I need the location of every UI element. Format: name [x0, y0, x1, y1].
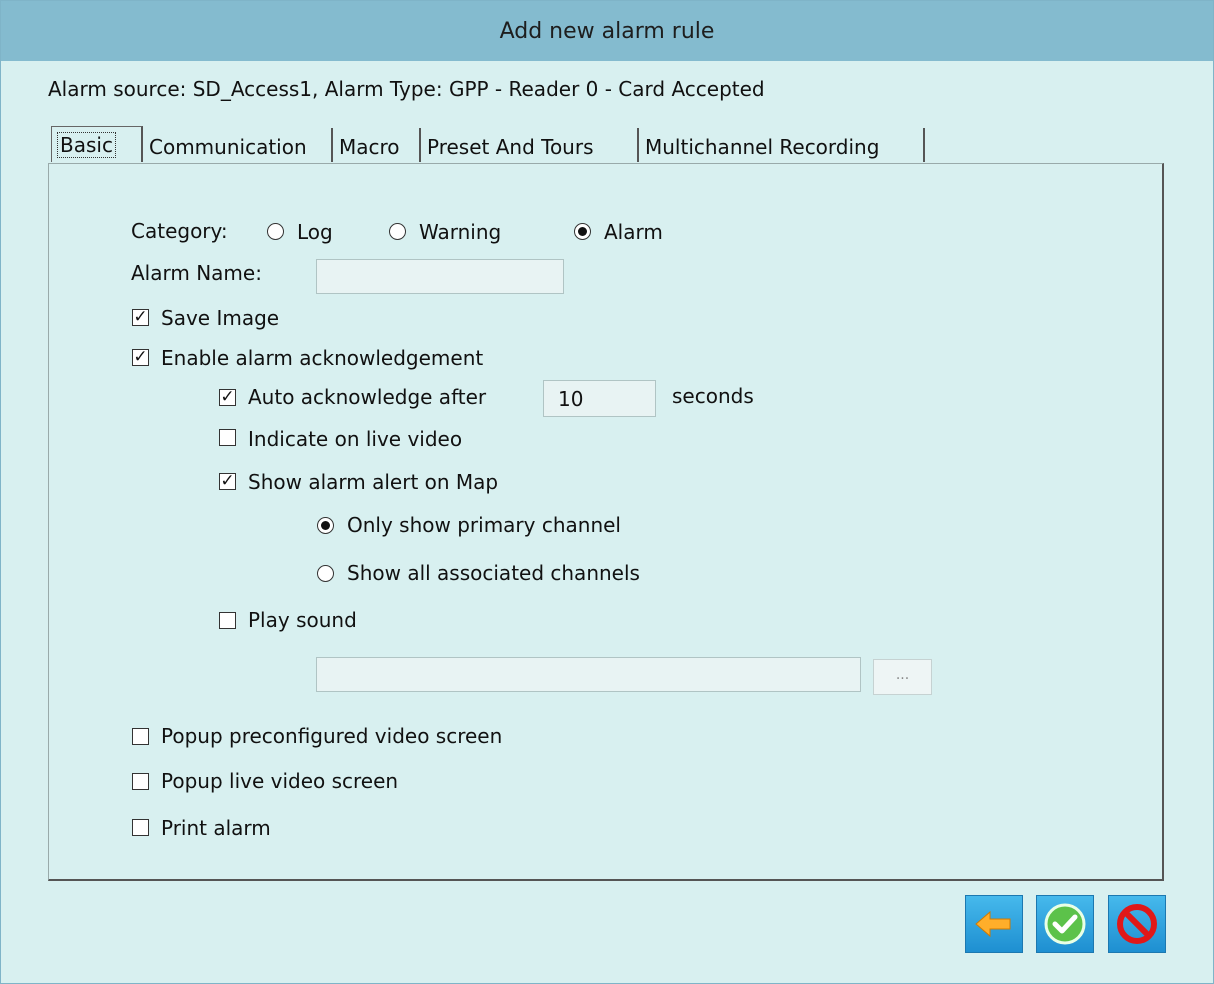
save-image-checkbox[interactable]: ✓ [132, 309, 149, 326]
tab-basic[interactable]: Basic [51, 126, 143, 162]
primary-channel-radio[interactable] [317, 517, 334, 534]
play-sound-checkbox[interactable] [219, 612, 236, 629]
sound-path-input[interactable] [316, 657, 861, 692]
category-log-radio[interactable] [267, 223, 284, 240]
enable-ack-checkbox[interactable]: ✓ [132, 349, 149, 366]
auto-ack-unit: seconds [672, 384, 754, 408]
primary-channel-label[interactable]: Only show primary channel [347, 513, 621, 537]
indicate-live-checkbox[interactable] [219, 429, 236, 446]
checkmark-icon [1044, 903, 1086, 945]
category-alarm-radio[interactable] [574, 223, 591, 240]
save-image-label[interactable]: Save Image [161, 306, 279, 330]
tab-communication[interactable]: Communication [143, 128, 333, 162]
alarm-name-input[interactable] [316, 259, 564, 294]
category-alarm-label[interactable]: Alarm [604, 220, 663, 244]
category-warning-label[interactable]: Warning [419, 220, 501, 244]
cancel-button[interactable] [1108, 895, 1166, 953]
popup-live-checkbox[interactable] [132, 773, 149, 790]
show-map-checkbox[interactable]: ✓ [219, 473, 236, 490]
back-button[interactable] [965, 895, 1023, 953]
popup-live-label[interactable]: Popup live video screen [161, 769, 398, 793]
popup-preconfigured-label[interactable]: Popup preconfigured video screen [161, 724, 502, 748]
tab-preset-and-tours[interactable]: Preset And Tours [421, 128, 639, 162]
category-label: Category: [131, 219, 228, 243]
print-alarm-label[interactable]: Print alarm [161, 816, 271, 840]
all-channels-label[interactable]: Show all associated channels [347, 561, 640, 585]
enable-ack-label[interactable]: Enable alarm acknowledgement [161, 346, 483, 370]
tab-multichannel-recording[interactable]: Multichannel Recording [639, 128, 925, 162]
popup-preconfigured-checkbox[interactable] [132, 728, 149, 745]
browse-sound-button[interactable]: ... [873, 659, 932, 695]
prohibited-icon [1117, 904, 1157, 944]
alarm-source-text: Alarm source: SD_Access1, Alarm Type: GP… [48, 77, 765, 101]
auto-ack-seconds-input[interactable]: 10 [543, 380, 656, 417]
category-warning-radio[interactable] [389, 223, 406, 240]
show-map-label[interactable]: Show alarm alert on Map [248, 470, 498, 494]
play-sound-label[interactable]: Play sound [248, 608, 357, 632]
print-alarm-checkbox[interactable] [132, 819, 149, 836]
indicate-live-label[interactable]: Indicate on live video [248, 427, 462, 451]
title-bar[interactable]: Add new alarm rule [1, 1, 1213, 61]
auto-ack-checkbox[interactable]: ✓ [219, 389, 236, 406]
window-title: Add new alarm rule [499, 18, 715, 44]
ok-button[interactable] [1036, 895, 1094, 953]
arrow-left-icon [975, 910, 1011, 938]
all-channels-radio[interactable] [317, 565, 334, 582]
tab-macro[interactable]: Macro [333, 128, 421, 162]
dialog-window: Add new alarm rule Alarm source: SD_Acce… [0, 0, 1214, 984]
category-log-label[interactable]: Log [297, 220, 333, 244]
alarm-name-label: Alarm Name: [131, 261, 262, 285]
auto-ack-label[interactable]: Auto acknowledge after [248, 385, 486, 409]
